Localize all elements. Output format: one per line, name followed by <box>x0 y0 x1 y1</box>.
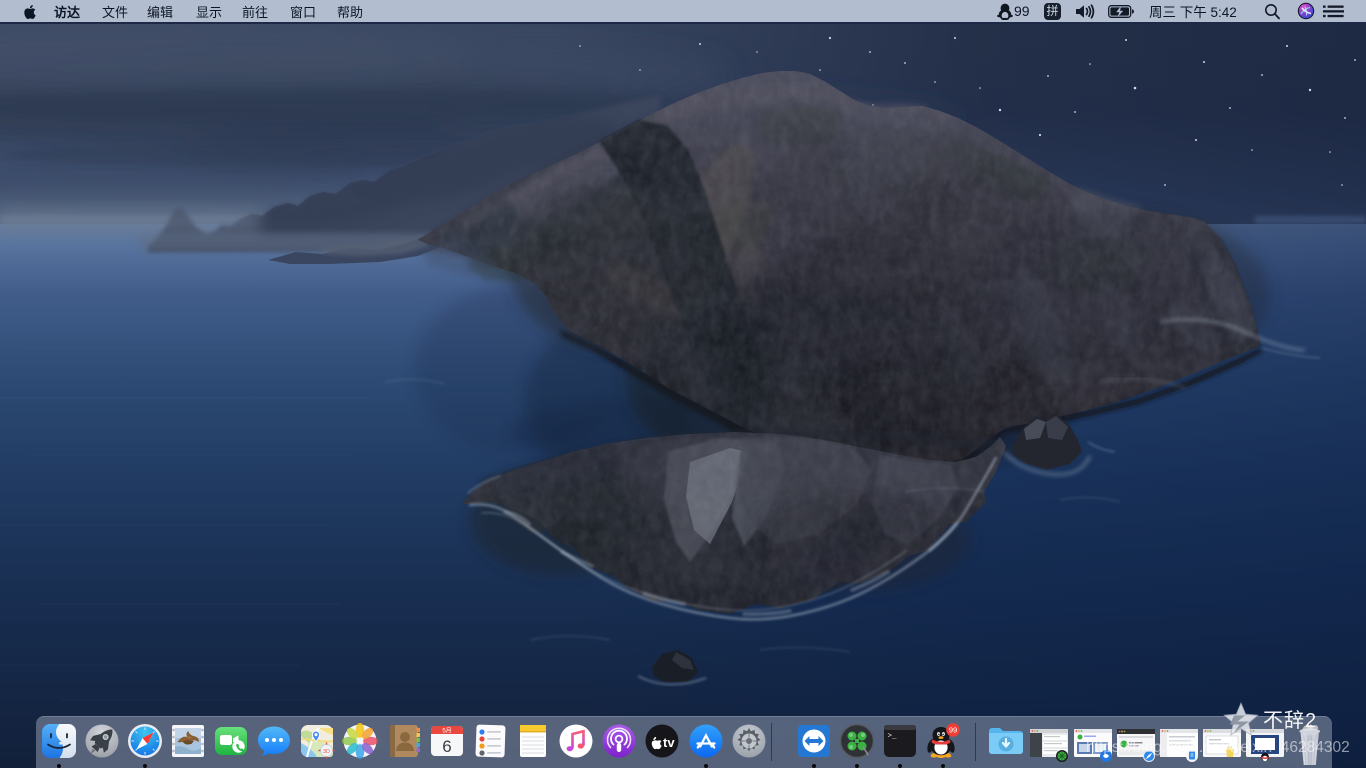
svg-text:99: 99 <box>949 726 957 735</box>
svg-text:3D: 3D <box>323 749 330 755</box>
svg-text:>_: >_ <box>888 733 898 741</box>
svg-text:6: 6 <box>442 737 451 756</box>
svg-text:tv: tv <box>663 735 675 750</box>
svg-text:5月: 5月 <box>442 728 451 735</box>
